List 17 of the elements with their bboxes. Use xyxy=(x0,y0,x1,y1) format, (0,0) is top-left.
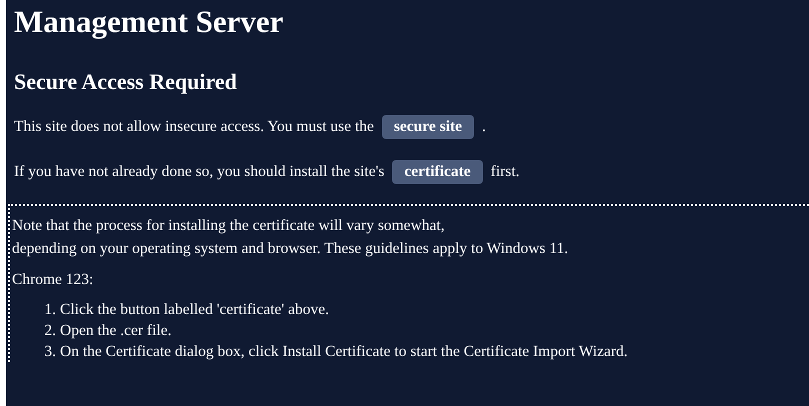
paragraph-text: This site does not allow insecure access. You must use the xyxy=(14,118,374,136)
step-number: 2. xyxy=(43,321,56,341)
step-number: 1. xyxy=(43,300,56,320)
page-title: Management Server xyxy=(14,3,284,41)
paragraph-text: . xyxy=(482,118,486,136)
section-heading: Secure Access Required xyxy=(14,68,238,96)
link-button[interactable]: certificate xyxy=(392,160,483,184)
link-button[interactable]: secure site xyxy=(382,115,474,139)
note-text: depending on your operating system and browser. These guidelines apply to Windows 11. xyxy=(12,239,570,259)
step-text: Click the button labelled 'certificate' above. xyxy=(60,300,329,320)
step-text: On the Certificate dialog box, click Install Certificate to start the Certificate Import Wizard. xyxy=(60,342,628,362)
paragraph-text: first. xyxy=(490,163,520,181)
note-text: Note that the process for installing the certificate will vary somewhat, xyxy=(12,216,446,236)
step-number: 3. xyxy=(43,342,56,362)
browser-label: Chrome 123: xyxy=(12,270,94,290)
step-text: Open the .cer file. xyxy=(60,321,172,341)
paragraph-text: If you have not already done so, you should install the site's xyxy=(14,163,384,181)
